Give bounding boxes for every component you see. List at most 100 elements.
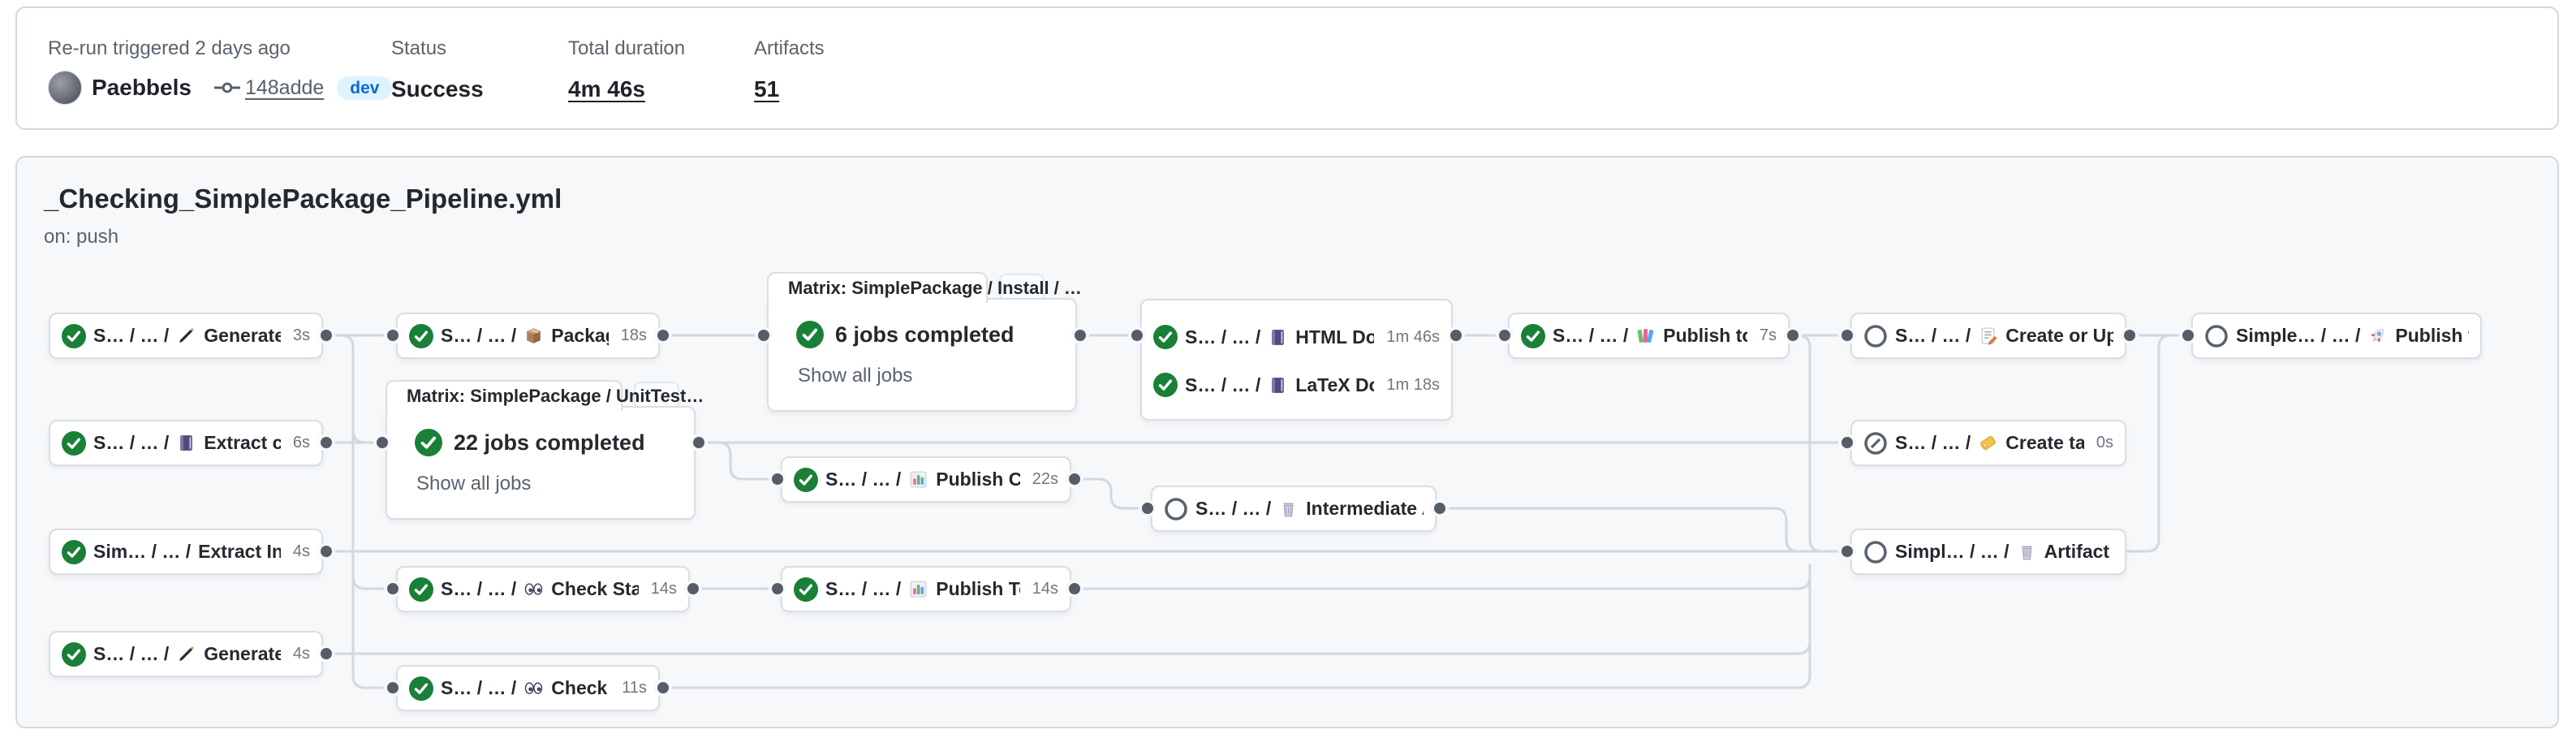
- artifacts-label: Artifacts: [754, 37, 825, 60]
- job-duration: 0s: [2091, 434, 2113, 452]
- pending-icon: [1863, 324, 1888, 348]
- job-node-create-tag[interactable]: S… / … / Create tag '${{ in… 0s: [1850, 420, 2126, 466]
- job-prefix: S… / … /: [93, 643, 169, 665]
- success-icon: [1521, 324, 1545, 348]
- job-prefix: S… / … /: [1895, 325, 1971, 347]
- job-prefix: S… / … /: [1895, 432, 1971, 454]
- matrix-install-tab[interactable]: Matrix: SimplePackage / Install / …: [767, 272, 988, 303]
- job-row-latex-documentation[interactable]: S… / … / LaTeX Docu… 1m 18s: [1153, 362, 1440, 408]
- pending-icon: [1164, 497, 1188, 521]
- branch-badge[interactable]: dev: [337, 76, 392, 100]
- artifacts-count-link[interactable]: 51: [754, 76, 779, 102]
- job-duration: 7s: [1755, 326, 1777, 345]
- avatar: [48, 71, 82, 105]
- job-node-generate-pipeline-2[interactable]: S… / … / Generate pipelin… 4s: [49, 631, 323, 677]
- job-duration: 14s: [1027, 580, 1058, 598]
- workflow-run-page: { "run_header": { "rerun_label": "Re-run…: [0, 0, 2576, 743]
- eyes-icon: [523, 678, 544, 698]
- success-icon: [62, 540, 86, 564]
- status-label: Status: [391, 37, 446, 60]
- memo-icon: [1978, 326, 1998, 346]
- job-title: Generate pipelin…: [204, 325, 281, 347]
- job-title: Intermediate Artifa…: [1306, 498, 1424, 520]
- show-all-jobs-link[interactable]: Show all jobs: [416, 473, 531, 495]
- job-node-generate-pipeline-1[interactable]: S… / … / Generate pipelin… 3s: [49, 313, 323, 359]
- trash-icon: [2017, 542, 2037, 562]
- pending-icon: [2204, 324, 2229, 348]
- job-title: Publish to GH-P…: [1663, 325, 1747, 347]
- job-title: Extract Information: [198, 541, 281, 563]
- chart-icon: [908, 579, 928, 599]
- matrix-summary: 6 jobs completed: [835, 322, 1014, 348]
- workflow-title: _Checking_SimplePackage_Pipeline.yml: [44, 184, 562, 214]
- pencil-icon: [176, 326, 196, 346]
- success-icon: [1153, 373, 1178, 397]
- matrix-install-card[interactable]: 6 jobs completed Show all jobs: [767, 298, 1077, 412]
- actor-name: Paebbels: [92, 75, 192, 101]
- job-prefix: S… / … /: [93, 325, 169, 347]
- job-duration: 3s: [288, 326, 310, 345]
- job-duration: 4s: [288, 645, 310, 663]
- success-icon: [794, 468, 818, 492]
- job-title: Create tag '${{ in…: [2005, 432, 2084, 454]
- job-row-html-documentation[interactable]: S… / … / HTML Docu… 1m 46s: [1153, 314, 1440, 360]
- trash-icon: [1278, 499, 1299, 519]
- job-prefix: S… / … /: [441, 578, 516, 600]
- git-commit-icon: [214, 79, 240, 97]
- show-all-jobs-link[interactable]: Show all jobs: [798, 365, 912, 387]
- chart-icon: [908, 469, 928, 490]
- eyes-icon: [523, 579, 544, 599]
- job-node-publish-to-pypi[interactable]: Simple… / … / Publish to PyPI: [2191, 313, 2482, 359]
- duration-label: Total duration: [568, 37, 685, 60]
- job-duration: 18s: [616, 326, 647, 345]
- job-prefix: S… / … /: [93, 432, 169, 454]
- success-icon: [794, 577, 818, 602]
- job-node-intermediate-artifact-cleanup[interactable]: S… / … / Intermediate Artifa…: [1151, 486, 1437, 532]
- success-icon: [409, 577, 433, 602]
- job-title: Check docume…: [551, 677, 610, 699]
- commit-sha-link[interactable]: 148adde: [245, 76, 324, 100]
- job-prefix: S… / … /: [825, 469, 901, 490]
- job-duration: 4s: [288, 542, 310, 561]
- matrix-unittest-tab[interactable]: Matrix: SimplePackage / UnitTest…: [386, 380, 622, 411]
- rocket-icon: [2367, 326, 2388, 346]
- matrix-summary-row: 22 jobs completed: [415, 429, 645, 456]
- job-node-check-documentation[interactable]: S… / … / Check docume… 11s: [396, 665, 660, 711]
- job-title: LaTeX Docu…: [1295, 374, 1374, 396]
- job-node-publish-to-gh-pages[interactable]: S… / … / Publish to GH-P… 7s: [1508, 313, 1790, 359]
- matrix-summary: 22 jobs completed: [454, 430, 645, 456]
- pending-icon: [1863, 540, 1888, 564]
- tag-icon: [1978, 433, 1998, 453]
- package-icon: [523, 326, 544, 346]
- job-prefix: Sim… / … /: [93, 541, 191, 563]
- rerun-label: Re-run triggered 2 days ago: [48, 37, 291, 60]
- job-title: Check Static Ty…: [551, 578, 638, 600]
- job-node-extract-configuration[interactable]: S… / … / Extract configur… 6s: [49, 420, 323, 466]
- actor-row: Paebbels 148adde dev: [48, 70, 392, 106]
- job-title: Publish to PyPI: [2395, 325, 2469, 347]
- job-node-extract-information[interactable]: Sim… / … / Extract Information 4s: [49, 529, 323, 575]
- job-duration: 6s: [288, 434, 310, 452]
- pencil-icon: [176, 644, 196, 664]
- success-icon: [62, 642, 86, 667]
- job-node-publish-test-results[interactable]: S… / … / Publish Test Re… 14s: [781, 566, 1071, 612]
- job-node-publish-code-coverage[interactable]: S… / … / Publish Code C… 22s: [781, 456, 1071, 503]
- job-prefix: S… / … /: [441, 325, 516, 347]
- job-duration: 1m 18s: [1381, 376, 1440, 395]
- success-icon: [62, 431, 86, 456]
- job-node-check-static-types[interactable]: S… / … / Check Static Ty… 14s: [396, 566, 690, 612]
- success-icon: [409, 676, 433, 701]
- job-title: Publish Test Re…: [936, 578, 1019, 600]
- job-prefix: S… / … /: [1185, 326, 1260, 348]
- job-node-create-or-update-release[interactable]: S… / … / Create or Update R…: [1850, 313, 2126, 359]
- duration-value: 4m 46s: [568, 76, 645, 102]
- documentation-group-card[interactable]: S… / … / HTML Docu… 1m 46s S… / … / LaTe…: [1140, 299, 1453, 421]
- job-node-package-in-source[interactable]: S… / … / Package in Sou… 18s: [396, 313, 660, 359]
- job-prefix: Simpl… / … /: [1895, 541, 2010, 563]
- success-icon: [796, 321, 824, 348]
- workflow-trigger: on: push: [44, 226, 118, 248]
- job-node-artifact-cleanup[interactable]: Simpl… / … / Artifact Cleanup: [1850, 529, 2126, 575]
- success-icon: [415, 429, 442, 456]
- book-icon: [176, 433, 196, 453]
- matrix-unittest-card[interactable]: 22 jobs completed Show all jobs: [386, 406, 696, 520]
